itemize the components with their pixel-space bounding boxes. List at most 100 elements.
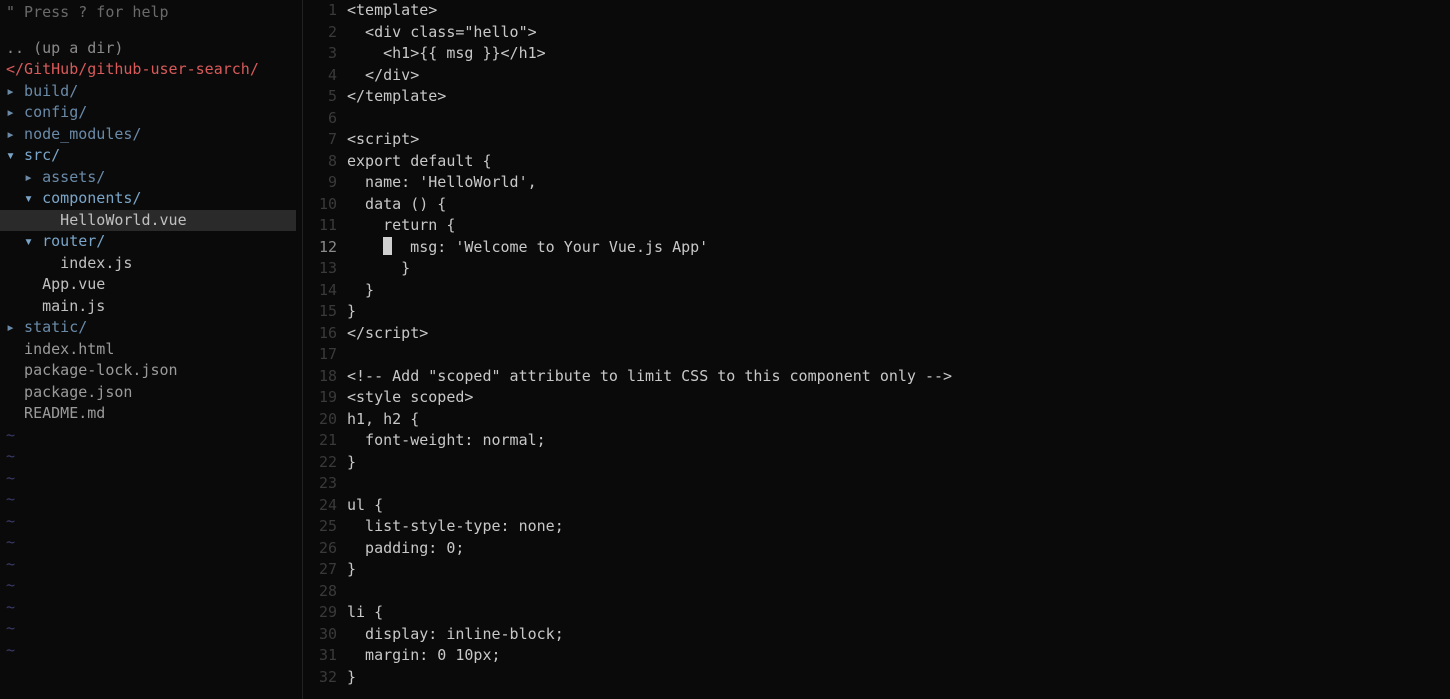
line-number: 31 xyxy=(303,645,347,667)
code-line[interactable]: 22} xyxy=(303,452,1450,474)
code-line[interactable]: 2 <div class="hello"> xyxy=(303,22,1450,44)
line-number: 26 xyxy=(303,538,347,560)
line-number: 14 xyxy=(303,280,347,302)
editor-pane[interactable]: 1<template>2 <div class="hello">3 <h1>{{… xyxy=(303,0,1450,699)
code-line[interactable]: 8export default { xyxy=(303,151,1450,173)
code-line[interactable]: 28 xyxy=(303,581,1450,603)
code-line[interactable]: 17 xyxy=(303,344,1450,366)
code-text: </template> xyxy=(347,86,1450,108)
tree-item-router[interactable]: ▾ router/ xyxy=(6,231,302,253)
code-line[interactable]: 29li { xyxy=(303,602,1450,624)
line-number: 25 xyxy=(303,516,347,538)
code-line[interactable]: 26 padding: 0; xyxy=(303,538,1450,560)
code-line[interactable]: 5</template> xyxy=(303,86,1450,108)
code-text: <template> xyxy=(347,0,1450,22)
code-line[interactable]: 30 display: inline-block; xyxy=(303,624,1450,646)
line-number: 24 xyxy=(303,495,347,517)
code-text: <div class="hello"> xyxy=(347,22,1450,44)
tree-item-readmemd[interactable]: README.md xyxy=(6,403,302,425)
line-number: 11 xyxy=(303,215,347,237)
code-text: } xyxy=(347,452,1450,474)
code-line[interactable]: 10 data () { xyxy=(303,194,1450,216)
code-line[interactable]: 21 font-weight: normal; xyxy=(303,430,1450,452)
line-number: 6 xyxy=(303,108,347,130)
code-line[interactable]: 31 margin: 0 10px; xyxy=(303,645,1450,667)
code-line[interactable]: 14 } xyxy=(303,280,1450,302)
code-text: font-weight: normal; xyxy=(347,430,1450,452)
tree-item-packagejson[interactable]: package.json xyxy=(6,382,302,404)
line-number: 5 xyxy=(303,86,347,108)
code-text: } xyxy=(347,559,1450,581)
tree-item-src[interactable]: ▾ src/ xyxy=(6,145,302,167)
empty-line-tilde: ~ xyxy=(6,554,302,576)
line-number: 4 xyxy=(303,65,347,87)
line-number: 17 xyxy=(303,344,347,366)
cursor xyxy=(383,237,392,255)
code-text xyxy=(347,108,1450,130)
code-line[interactable]: 19<style scoped> xyxy=(303,387,1450,409)
up-dir[interactable]: .. (up a dir) xyxy=(6,38,302,60)
code-line[interactable]: 1<template> xyxy=(303,0,1450,22)
line-number: 2 xyxy=(303,22,347,44)
empty-line-tilde: ~ xyxy=(6,532,302,554)
code-text: } xyxy=(347,667,1450,689)
line-number: 12 xyxy=(303,237,347,259)
code-text: } xyxy=(347,280,1450,302)
code-line[interactable]: 13 } xyxy=(303,258,1450,280)
code-line[interactable]: 15} xyxy=(303,301,1450,323)
empty-line-tilde: ~ xyxy=(6,597,302,619)
code-line[interactable]: 7<script> xyxy=(303,129,1450,151)
code-text: data () { xyxy=(347,194,1450,216)
line-number: 19 xyxy=(303,387,347,409)
code-text: li { xyxy=(347,602,1450,624)
file-tree: ▸ build/▸ config/▸ node_modules/▾ src/ ▸… xyxy=(6,81,302,425)
line-number: 22 xyxy=(303,452,347,474)
tree-item-helloworldvue[interactable]: HelloWorld.vue xyxy=(0,210,296,232)
code-text: name: 'HelloWorld', xyxy=(347,172,1450,194)
code-line[interactable]: 24ul { xyxy=(303,495,1450,517)
code-line[interactable]: 18<!-- Add "scoped" attribute to limit C… xyxy=(303,366,1450,388)
code-text: ul { xyxy=(347,495,1450,517)
tree-item-package-lockjson[interactable]: package-lock.json xyxy=(6,360,302,382)
code-text: padding: 0; xyxy=(347,538,1450,560)
tree-item-config[interactable]: ▸ config/ xyxy=(6,102,302,124)
code-text: <!-- Add "scoped" attribute to limit CSS… xyxy=(347,366,1450,388)
code-line[interactable]: 16</script> xyxy=(303,323,1450,345)
code-text: return { xyxy=(347,215,1450,237)
code-line[interactable]: 12 msg: 'Welcome to Your Vue.js App' xyxy=(303,237,1450,259)
code-line[interactable]: 32} xyxy=(303,667,1450,689)
tree-item-node_modules[interactable]: ▸ node_modules/ xyxy=(6,124,302,146)
code-line[interactable]: 11 return { xyxy=(303,215,1450,237)
tree-item-components[interactable]: ▾ components/ xyxy=(6,188,302,210)
tree-item-indexhtml[interactable]: index.html xyxy=(6,339,302,361)
code-line[interactable]: 27} xyxy=(303,559,1450,581)
code-text: margin: 0 10px; xyxy=(347,645,1450,667)
code-text: export default { xyxy=(347,151,1450,173)
code-line[interactable]: 23 xyxy=(303,473,1450,495)
tree-item-build[interactable]: ▸ build/ xyxy=(6,81,302,103)
code-text xyxy=(347,473,1450,495)
empty-line-tilde: ~ xyxy=(6,446,302,468)
code-line[interactable]: 6 xyxy=(303,108,1450,130)
code-line[interactable]: 9 name: 'HelloWorld', xyxy=(303,172,1450,194)
line-number: 10 xyxy=(303,194,347,216)
code-text: display: inline-block; xyxy=(347,624,1450,646)
line-number: 16 xyxy=(303,323,347,345)
tree-item-assets[interactable]: ▸ assets/ xyxy=(6,167,302,189)
empty-line-tilde: ~ xyxy=(6,618,302,640)
code-text xyxy=(347,344,1450,366)
tree-item-static[interactable]: ▸ static/ xyxy=(6,317,302,339)
code-line[interactable]: 20h1, h2 { xyxy=(303,409,1450,431)
line-number: 18 xyxy=(303,366,347,388)
tree-item-indexjs[interactable]: index.js xyxy=(6,253,302,275)
line-number: 29 xyxy=(303,602,347,624)
code-text: </div> xyxy=(347,65,1450,87)
empty-line-tilde: ~ xyxy=(6,489,302,511)
line-number: 1 xyxy=(303,0,347,22)
code-line[interactable]: 4 </div> xyxy=(303,65,1450,87)
tree-item-mainjs[interactable]: main.js xyxy=(6,296,302,318)
tree-item-appvue[interactable]: App.vue xyxy=(6,274,302,296)
line-number: 21 xyxy=(303,430,347,452)
code-line[interactable]: 25 list-style-type: none; xyxy=(303,516,1450,538)
code-line[interactable]: 3 <h1>{{ msg }}</h1> xyxy=(303,43,1450,65)
